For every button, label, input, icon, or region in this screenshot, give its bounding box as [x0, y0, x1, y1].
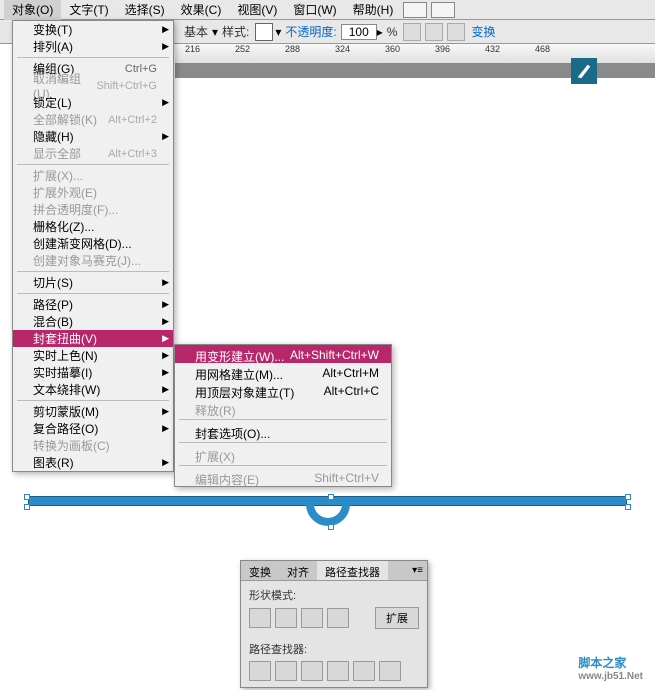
watermark: 脚本之家 www.jb51.Net — [578, 654, 643, 682]
object-menu-dropdown: 变换(T)▶排列(A)▶编组(G)Ctrl+G取消编组(U)Shift+Ctrl… — [12, 20, 174, 472]
pathfinder-panel: 变换 对齐 路径查找器 ▾≡ 形状模式: 扩展 路径查找器: — [240, 560, 428, 688]
basic-label: 基本 — [180, 23, 212, 40]
style-label: 样式: — [218, 23, 253, 40]
selected-shape[interactable] — [28, 490, 627, 530]
ruler-tick: 324 — [335, 44, 350, 54]
ruler-tick: 432 — [485, 44, 500, 54]
menu-effect[interactable]: 效果(C) — [173, 0, 230, 20]
tab-pathfinder[interactable]: 路径查找器 — [317, 561, 388, 580]
menubar: 对象(O) 文字(T) 选择(S) 效果(C) 视图(V) 窗口(W) 帮助(H… — [0, 0, 655, 20]
tool-icon-3[interactable] — [447, 23, 465, 41]
selection-handle[interactable] — [24, 504, 30, 510]
shape-mode-label: 形状模式: — [249, 587, 419, 603]
menu-item[interactable]: 文本绕排(W)▶ — [13, 381, 173, 398]
menu-item[interactable]: 图表(R)▶ — [13, 454, 173, 471]
ruler-tick: 360 — [385, 44, 400, 54]
submenu-item[interactable]: 封套选项(O)... — [175, 422, 391, 440]
menu-item: 扩展外观(E) — [13, 184, 173, 201]
menu-item[interactable]: 隐藏(H)▶ — [13, 128, 173, 145]
selection-handle[interactable] — [328, 524, 334, 530]
menu-item[interactable]: 混合(B)▶ — [13, 313, 173, 330]
menu-item[interactable]: 剪切蒙版(M)▶ — [13, 403, 173, 420]
style-swatch[interactable] — [255, 23, 273, 41]
menu-item[interactable]: 锁定(L)▶ — [13, 94, 173, 111]
menu-item: 取消编组(U)Shift+Ctrl+G — [13, 77, 173, 94]
menu-select[interactable]: 选择(S) — [117, 0, 173, 20]
selection-handle[interactable] — [24, 494, 30, 500]
pf-divide-button[interactable] — [249, 661, 271, 681]
menu-item[interactable]: 实时描摹(I)▶ — [13, 364, 173, 381]
submenu-item[interactable]: 用变形建立(W)...Alt+Shift+Ctrl+W — [175, 345, 391, 363]
tool-icon-1[interactable] — [403, 23, 421, 41]
menu-item: 创建对象马赛克(J)... — [13, 252, 173, 269]
selection-handle[interactable] — [328, 494, 334, 500]
menu-item[interactable]: 栅格化(Z)... — [13, 218, 173, 235]
ruler-tick: 288 — [285, 44, 300, 54]
menu-help[interactable]: 帮助(H) — [345, 0, 402, 20]
submenu-item: 编辑内容(E)Shift+Ctrl+V — [175, 468, 391, 486]
menu-item: 全部解锁(K)Alt+Ctrl+2 — [13, 111, 173, 128]
shape-exclude-button[interactable] — [327, 608, 349, 628]
envelope-distort-submenu: 用变形建立(W)...Alt+Shift+Ctrl+W用网格建立(M)...Al… — [174, 344, 392, 487]
submenu-item: 释放(R) — [175, 399, 391, 417]
opacity-label[interactable]: 不透明度: — [281, 23, 340, 40]
pf-merge-button[interactable] — [301, 661, 323, 681]
submenu-item[interactable]: 用顶层对象建立(T)Alt+Ctrl+C — [175, 381, 391, 399]
menu-item[interactable]: 排列(A)▶ — [13, 38, 173, 55]
menu-object[interactable]: 对象(O) — [4, 0, 61, 20]
menu-item: 转换为画板(C) — [13, 437, 173, 454]
opacity-input[interactable] — [341, 24, 377, 40]
menu-item[interactable]: 变换(T)▶ — [13, 21, 173, 38]
menu-item[interactable]: 实时上色(N)▶ — [13, 347, 173, 364]
pf-trim-button[interactable] — [275, 661, 297, 681]
shape-minus-button[interactable] — [275, 608, 297, 628]
ruler-tick: 396 — [435, 44, 450, 54]
menu-item: 显示全部Alt+Ctrl+3 — [13, 145, 173, 162]
menu-view[interactable]: 视图(V) — [229, 0, 285, 20]
tool-icon-2[interactable] — [425, 23, 443, 41]
pf-crop-button[interactable] — [327, 661, 349, 681]
ruler-tick: 468 — [535, 44, 550, 54]
menu-item[interactable]: 路径(P)▶ — [13, 296, 173, 313]
tool-cursor-icon — [571, 58, 597, 84]
selection-handle[interactable] — [625, 504, 631, 510]
menu-item[interactable]: 封套扭曲(V)▶ — [13, 330, 173, 347]
shape-unite-button[interactable] — [249, 608, 271, 628]
pf-outline-button[interactable] — [353, 661, 375, 681]
pathfinder-label: 路径查找器: — [249, 641, 419, 657]
submenu-item: 扩展(X) — [175, 445, 391, 463]
shape-intersect-button[interactable] — [301, 608, 323, 628]
percent-label: % — [383, 25, 402, 39]
tab-align[interactable]: 对齐 — [279, 561, 317, 580]
menu-text[interactable]: 文字(T) — [61, 0, 116, 20]
submenu-item[interactable]: 用网格建立(M)...Alt+Ctrl+M — [175, 363, 391, 381]
tab-transform[interactable]: 变换 — [241, 561, 279, 580]
selection-handle[interactable] — [625, 494, 631, 500]
ruler-tick: 252 — [235, 44, 250, 54]
menu-item[interactable]: 切片(S)▶ — [13, 274, 173, 291]
panel-tabs: 变换 对齐 路径查找器 ▾≡ — [241, 561, 427, 581]
ruler-tick: 216 — [185, 44, 200, 54]
transform-link[interactable]: 变换 — [467, 23, 499, 40]
panel-menu-icon[interactable]: ▾≡ — [412, 565, 423, 576]
arrange-icon[interactable] — [431, 2, 455, 18]
bridge-icon[interactable] — [403, 2, 427, 18]
expand-button[interactable]: 扩展 — [375, 607, 419, 629]
menu-window[interactable]: 窗口(W) — [285, 0, 344, 20]
menu-item[interactable]: 复合路径(O)▶ — [13, 420, 173, 437]
shape-dip — [306, 498, 350, 526]
pf-minusback-button[interactable] — [379, 661, 401, 681]
menu-item[interactable]: 创建渐变网格(D)... — [13, 235, 173, 252]
menu-item: 扩展(X)... — [13, 167, 173, 184]
menu-item: 拼合透明度(F)... — [13, 201, 173, 218]
